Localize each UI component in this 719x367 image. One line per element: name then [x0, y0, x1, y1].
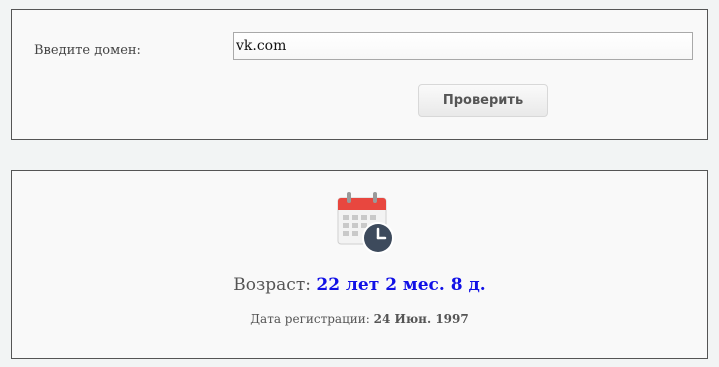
domain-label: Введите домен: — [34, 43, 141, 58]
calendar-clock-icon — [336, 190, 396, 256]
registration-date-value: 24 Июн. 1997 — [373, 312, 469, 326]
registration-date-line: Дата регистрации: 24 Июн. 1997 — [12, 312, 707, 326]
result-panel: Возраст: 22 лет 2 мес. 8 д. Дата регистр… — [11, 170, 708, 359]
domain-input[interactable] — [233, 32, 693, 60]
age-line: Возраст: 22 лет 2 мес. 8 д. — [12, 275, 707, 295]
domain-form-panel: Введите домен: Проверить — [11, 9, 708, 140]
check-button[interactable]: Проверить — [418, 84, 548, 117]
age-label: Возраст: — [233, 275, 311, 295]
registration-date-label: Дата регистрации: — [250, 312, 370, 326]
age-value: 22 лет 2 мес. 8 д. — [316, 275, 486, 295]
